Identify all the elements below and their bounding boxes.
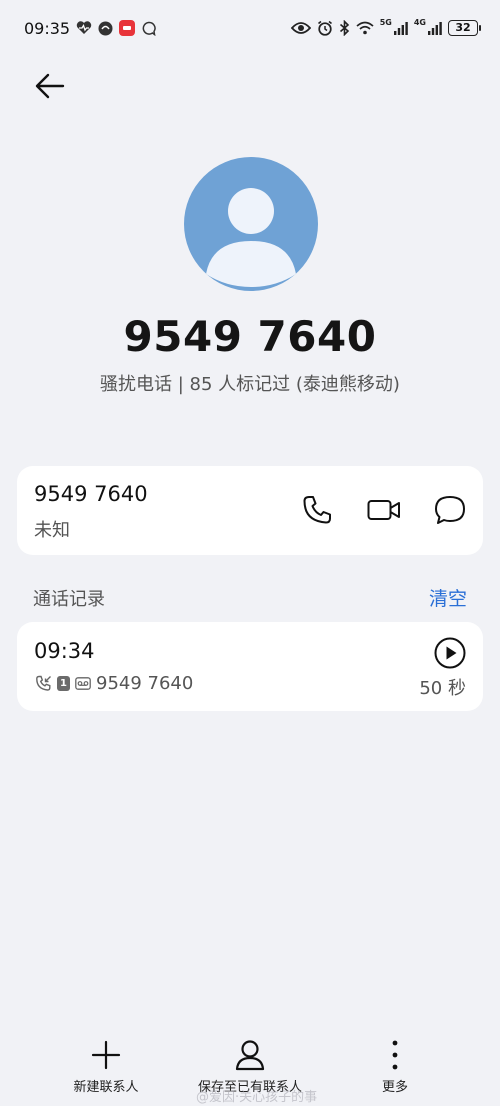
- call-meta: 1 9549 7640: [35, 673, 193, 694]
- message-bubble-icon: [435, 496, 465, 524]
- network-type-2: 4G: [413, 18, 426, 27]
- red-app-icon: [119, 20, 136, 36]
- more-button[interactable]: 更多: [373, 1038, 417, 1095]
- arrow-left-icon: [35, 73, 65, 99]
- avatar: [184, 157, 318, 291]
- person-silhouette-icon: [206, 188, 296, 287]
- more-vertical-icon: [392, 1040, 398, 1070]
- network-type-1: 5G: [379, 18, 392, 27]
- play-circle-icon: [434, 637, 466, 669]
- call-log-entry[interactable]: 09:34 1 9549 7640 50 秒: [17, 622, 483, 711]
- back-button[interactable]: [28, 64, 72, 108]
- clear-call-log-button[interactable]: 清空: [429, 584, 467, 611]
- phone-icon: [303, 496, 331, 524]
- new-contact-button[interactable]: 新建联系人: [65, 1038, 147, 1095]
- call-log-title: 通话记录: [33, 589, 105, 610]
- alarm-icon: [317, 20, 333, 36]
- more-label: 更多: [381, 1080, 408, 1095]
- contact-number: 9549 7640: [34, 482, 148, 506]
- call-button[interactable]: [297, 490, 337, 530]
- incoming-call-icon: [36, 675, 51, 691]
- new-contact-label: 新建联系人: [73, 1080, 139, 1095]
- plus-icon: [91, 1040, 121, 1070]
- status-bar: 09:35 5G 4G 32: [0, 0, 500, 56]
- battery-indicator: 32: [448, 20, 481, 36]
- signal-icon-1: [393, 21, 408, 35]
- video-camera-icon: [367, 500, 400, 520]
- bluetooth-icon: [339, 20, 350, 36]
- caller-number: 9549 7640: [123, 312, 377, 361]
- voicemail-icon: [75, 677, 91, 690]
- person-icon: [235, 1040, 265, 1071]
- call-number: 9549 7640: [96, 673, 194, 694]
- wifi-icon: [356, 21, 374, 35]
- health-heart-icon: [76, 21, 92, 35]
- message-button[interactable]: [430, 490, 470, 530]
- status-time: 09:35: [24, 18, 71, 38]
- video-call-button[interactable]: [364, 490, 404, 530]
- contact-card: 9549 7640 未知: [17, 466, 483, 555]
- sim-badge: 1: [57, 676, 70, 691]
- eye-icon: [290, 21, 311, 35]
- caller-spam-tag: 骚扰电话 | 85 人标记过 (泰迪熊移动): [100, 374, 400, 395]
- signal-icon-2: [428, 21, 442, 35]
- contact-status: 未知: [34, 520, 70, 541]
- watermark: @爱因·关心孩子的事: [196, 1090, 318, 1105]
- call-duration: 50 秒: [419, 678, 466, 699]
- chat-notification-icon: [141, 21, 156, 36]
- app-notification-icon: [98, 21, 113, 36]
- contact-detail-screen: 09:35 5G 4G 32 9549 7640 骚扰电话 | 85 人标记过 …: [0, 0, 500, 1106]
- play-recording-button[interactable]: [434, 637, 466, 669]
- call-time: 09:34: [34, 639, 95, 663]
